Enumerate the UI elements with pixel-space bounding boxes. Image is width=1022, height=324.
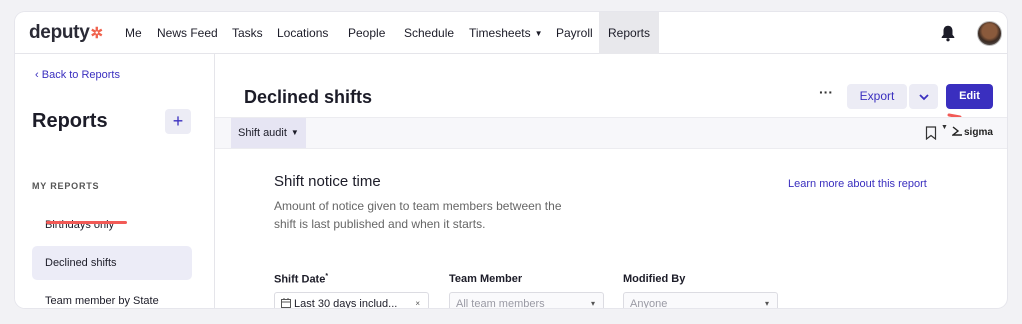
bell-icon[interactable]	[939, 24, 957, 42]
calendar-icon	[281, 298, 291, 308]
nav-schedule[interactable]: Schedule	[404, 12, 454, 54]
clear-icon[interactable]: ×	[415, 293, 420, 308]
sidebar-title: Reports	[32, 110, 108, 132]
add-report-button[interactable]: +	[165, 109, 191, 134]
main-content: Declined shifts ··· Export Edit Shift au…	[215, 54, 1007, 308]
back-to-reports-link[interactable]: ‹ Back to Reports	[35, 69, 120, 81]
user-avatar[interactable]	[977, 21, 1002, 46]
team-member-filter[interactable]: All team members ▾	[449, 292, 604, 308]
export-dropdown-button[interactable]	[909, 84, 938, 109]
chevron-down-icon: ▾	[764, 299, 769, 308]
section-label-my-reports: MY REPORTS	[32, 181, 100, 191]
report-description: Amount of notice given to team members b…	[274, 199, 562, 231]
learn-more-link[interactable]: Learn more about this report	[788, 178, 927, 190]
modified-by-filter[interactable]: Anyone ▾	[623, 292, 778, 308]
nav-me[interactable]: Me	[125, 12, 142, 54]
deputy-logo[interactable]: deputy✲	[29, 22, 103, 44]
bookmark-icon[interactable]	[925, 126, 937, 140]
nav-people[interactable]: People	[348, 12, 385, 54]
app-window: deputy✲ Me News Feed Tasks Locations Peo…	[15, 12, 1007, 308]
chevron-down-icon: ▾	[590, 299, 595, 308]
page-title: Declined shifts	[244, 87, 373, 107]
sidebar-item-birthdays-only[interactable]: Birthdays only	[32, 208, 192, 242]
filter-label-team-member: Team Member	[449, 273, 523, 285]
export-button[interactable]: Export	[847, 84, 907, 109]
chevron-left-icon: ‹	[35, 69, 42, 81]
shift-date-filter[interactable]: Last 30 days includ... ×	[274, 292, 429, 308]
chevron-down-icon[interactable]: ▼	[941, 124, 948, 131]
chevron-down-icon	[918, 94, 929, 101]
top-navigation: deputy✲ Me News Feed Tasks Locations Peo…	[15, 12, 1007, 54]
more-options-button[interactable]: ···	[817, 83, 835, 105]
nav-locations[interactable]: Locations	[277, 12, 328, 54]
filter-label-shift-date: Shift Date*	[274, 273, 329, 286]
sidebar-item-declined-shifts[interactable]: Declined shifts	[32, 246, 192, 280]
annotation-underline	[46, 221, 127, 224]
sidebar-item-team-member-by-state[interactable]: Team member by State	[32, 284, 192, 308]
tab-shift-audit[interactable]: Shift audit ▼	[231, 118, 306, 148]
edit-button[interactable]: Edit	[946, 84, 993, 109]
nav-news-feed[interactable]: News Feed	[157, 12, 218, 54]
chevron-down-icon: ▼	[290, 128, 299, 137]
sigma-icon	[952, 126, 962, 136]
report-title: Shift notice time	[274, 173, 381, 190]
sigma-logo: sigma	[952, 126, 993, 138]
filter-label-modified-by: Modified By	[623, 273, 686, 285]
nav-tasks[interactable]: Tasks	[232, 12, 263, 54]
nav-timesheets[interactable]: Timesheets ▼	[469, 12, 543, 54]
deputy-star-icon: ✲	[90, 25, 103, 42]
nav-payroll[interactable]: Payroll	[556, 12, 593, 54]
nav-reports[interactable]: Reports	[599, 12, 660, 54]
report-toolbar: Shift audit ▼ ▼ sigma	[215, 117, 1007, 149]
chevron-down-icon: ▼	[534, 29, 543, 38]
sidebar: ‹ Back to Reports Reports + MY REPORTS B…	[15, 54, 215, 308]
